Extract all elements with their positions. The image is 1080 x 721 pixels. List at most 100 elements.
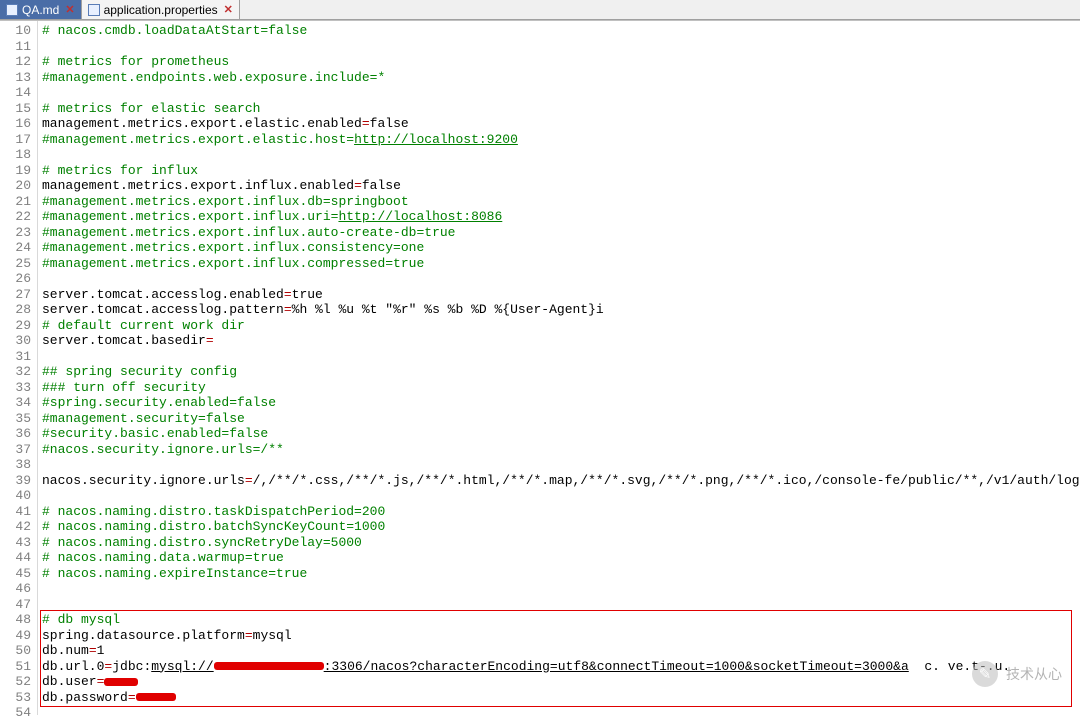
- code-line: # nacos.naming.distro.batchSyncKeyCount=…: [42, 519, 1080, 535]
- code-editor[interactable]: 1011121314151617181920212223242526272829…: [0, 20, 1080, 715]
- code-line: # nacos.naming.data.warmup=true: [42, 550, 1080, 566]
- tab-label: application.properties: [104, 3, 218, 17]
- code-line: [42, 271, 1080, 287]
- code-line: ### turn off security: [42, 380, 1080, 396]
- line-number: 19: [0, 163, 37, 179]
- line-number: 47: [0, 597, 37, 613]
- line-number: 52: [0, 674, 37, 690]
- code-line: [42, 85, 1080, 101]
- close-icon[interactable]: ✕: [63, 3, 74, 16]
- code-line: #management.endpoints.web.exposure.inclu…: [42, 70, 1080, 86]
- code-line: # metrics for influx: [42, 163, 1080, 179]
- line-number: 24: [0, 240, 37, 256]
- code-line: [42, 349, 1080, 365]
- watermark-text: 技术从心: [1006, 664, 1062, 684]
- line-number: 32: [0, 364, 37, 380]
- code-area[interactable]: ✎ 技术从心 # nacos.cmdb.loadDataAtStart=fals…: [38, 21, 1080, 715]
- tab-label: QA.md: [22, 3, 59, 17]
- code-line: [42, 457, 1080, 473]
- line-number: 23: [0, 225, 37, 241]
- line-number: 30: [0, 333, 37, 349]
- code-line: #management.metrics.export.influx.db=spr…: [42, 194, 1080, 210]
- line-number: 16: [0, 116, 37, 132]
- line-number: 13: [0, 70, 37, 86]
- code-line: # metrics for elastic search: [42, 101, 1080, 117]
- file-icon: [88, 4, 100, 16]
- line-number: 41: [0, 504, 37, 520]
- line-number: 22: [0, 209, 37, 225]
- code-line: #management.metrics.export.influx.auto-c…: [42, 225, 1080, 241]
- code-line: #management.metrics.export.elastic.host=…: [42, 132, 1080, 148]
- code-line: server.tomcat.accesslog.enabled=true: [42, 287, 1080, 303]
- line-number: 11: [0, 39, 37, 55]
- code-line: # nacos.naming.distro.taskDispatchPeriod…: [42, 504, 1080, 520]
- code-line: [42, 597, 1080, 613]
- code-line: [42, 488, 1080, 504]
- code-line: nacos.security.ignore.urls=/,/**/*.css,/…: [42, 473, 1080, 489]
- line-number: 27: [0, 287, 37, 303]
- line-number: 15: [0, 101, 37, 117]
- line-number: 49: [0, 628, 37, 644]
- code-line: # metrics for prometheus: [42, 54, 1080, 70]
- tab-qa-md[interactable]: QA.md ✕: [0, 0, 82, 19]
- line-number: 54: [0, 705, 37, 721]
- line-number: 43: [0, 535, 37, 551]
- line-number: 38: [0, 457, 37, 473]
- code-line: db.url.0=jdbc:mysql://:3306/nacos?charac…: [42, 659, 1080, 675]
- watermark: ✎ 技术从心: [972, 661, 1062, 687]
- file-icon: [6, 4, 18, 16]
- code-line: db.user=: [42, 674, 1080, 690]
- close-icon[interactable]: ✕: [222, 3, 233, 16]
- code-line: [42, 705, 1080, 715]
- code-line: # default current work dir: [42, 318, 1080, 334]
- line-number: 35: [0, 411, 37, 427]
- code-line: spring.datasource.platform=mysql: [42, 628, 1080, 644]
- code-line: db.password=: [42, 690, 1080, 706]
- line-number-gutter: 1011121314151617181920212223242526272829…: [0, 21, 38, 715]
- line-number: 34: [0, 395, 37, 411]
- code-line: [42, 147, 1080, 163]
- line-number: 18: [0, 147, 37, 163]
- line-number: 31: [0, 349, 37, 365]
- line-number: 28: [0, 302, 37, 318]
- line-number: 37: [0, 442, 37, 458]
- line-number: 17: [0, 132, 37, 148]
- line-number: 46: [0, 581, 37, 597]
- line-number: 40: [0, 488, 37, 504]
- line-number: 50: [0, 643, 37, 659]
- code-line: # db mysql: [42, 612, 1080, 628]
- code-line: management.metrics.export.elastic.enable…: [42, 116, 1080, 132]
- code-line: db.num=1: [42, 643, 1080, 659]
- tab-bar: QA.md ✕ application.properties ✕: [0, 0, 1080, 20]
- code-line: ## spring security config: [42, 364, 1080, 380]
- code-line: server.tomcat.basedir=: [42, 333, 1080, 349]
- line-number: 29: [0, 318, 37, 334]
- line-number: 45: [0, 566, 37, 582]
- code-line: #nacos.security.ignore.urls=/**: [42, 442, 1080, 458]
- line-number: 10: [0, 23, 37, 39]
- code-line: # nacos.naming.expireInstance=true: [42, 566, 1080, 582]
- code-line: [42, 581, 1080, 597]
- tab-application-properties[interactable]: application.properties ✕: [82, 0, 240, 19]
- line-number: 14: [0, 85, 37, 101]
- code-line: # nacos.naming.distro.syncRetryDelay=500…: [42, 535, 1080, 551]
- line-number: 44: [0, 550, 37, 566]
- watermark-icon: ✎: [972, 661, 998, 687]
- code-line: #spring.security.enabled=false: [42, 395, 1080, 411]
- code-line: server.tomcat.accesslog.pattern=%h %l %u…: [42, 302, 1080, 318]
- line-number: 20: [0, 178, 37, 194]
- line-number: 42: [0, 519, 37, 535]
- line-number: 12: [0, 54, 37, 70]
- code-line: management.metrics.export.influx.enabled…: [42, 178, 1080, 194]
- code-line: #management.metrics.export.influx.compre…: [42, 256, 1080, 272]
- code-line: [42, 39, 1080, 55]
- code-line: #management.metrics.export.influx.consis…: [42, 240, 1080, 256]
- line-number: 21: [0, 194, 37, 210]
- line-number: 39: [0, 473, 37, 489]
- code-line: # nacos.cmdb.loadDataAtStart=false: [42, 23, 1080, 39]
- line-number: 53: [0, 690, 37, 706]
- code-line: #security.basic.enabled=false: [42, 426, 1080, 442]
- line-number: 36: [0, 426, 37, 442]
- line-number: 48: [0, 612, 37, 628]
- line-number: 25: [0, 256, 37, 272]
